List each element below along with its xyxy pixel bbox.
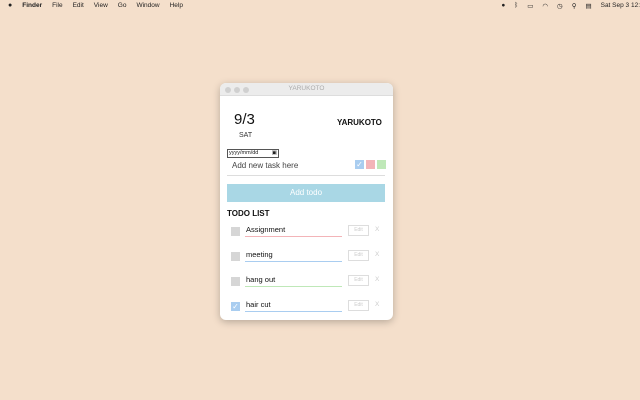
menu-help[interactable]: Help [170, 2, 183, 9]
edit-button[interactable]: Edit [348, 275, 369, 286]
todo-row: hang out Edit X [220, 274, 393, 290]
task-input[interactable]: Add new task here [232, 161, 298, 170]
menu-edit[interactable]: Edit [73, 2, 84, 9]
color-blue-swatch[interactable]: ✓ [355, 160, 364, 169]
menu-clock[interactable]: Sat Sep 3 12: [601, 2, 640, 9]
delete-button[interactable]: X [375, 276, 379, 283]
brand-title: YARUKOTO [337, 118, 382, 127]
menu-view[interactable]: View [94, 2, 108, 9]
edit-button[interactable]: Edit [348, 300, 369, 311]
calendar-icon[interactable]: ▣ [272, 150, 277, 157]
delete-button[interactable]: X [375, 301, 379, 308]
date-input[interactable]: yyyy/mm/dd ▣ [227, 149, 279, 158]
todo-name[interactable]: meeting [245, 249, 342, 262]
todo-list-heading: TODO LIST [227, 209, 270, 218]
todo-checkbox[interactable] [231, 252, 240, 261]
todo-name[interactable]: hair cut [245, 299, 342, 312]
todo-checkbox[interactable] [231, 227, 240, 236]
clock-icon[interactable]: ◷ [557, 2, 563, 10]
title-bar: YARUKOTO [220, 83, 393, 96]
menu-file[interactable]: File [52, 2, 62, 9]
control-center-icon[interactable]: ▤ [585, 2, 591, 10]
todo-checkbox[interactable] [231, 277, 240, 286]
app-window: YARUKOTO 9/3 SAT YARUKOTO yyyy/mm/dd ▣ Ad… [220, 83, 393, 320]
menu-bar: ● Finder File Edit View Go Window Help ●… [0, 0, 640, 11]
status-icon[interactable]: ● [501, 2, 505, 9]
delete-button[interactable]: X [375, 226, 379, 233]
edit-button[interactable]: Edit [348, 250, 369, 261]
menu-window[interactable]: Window [136, 2, 159, 9]
todo-row: meeting Edit X [220, 249, 393, 265]
current-date: 9/3 [234, 111, 255, 128]
window-title: YARUKOTO [288, 85, 325, 92]
todo-name[interactable]: Assignment [245, 224, 342, 237]
menu-app-name[interactable]: Finder [22, 2, 42, 9]
date-placeholder: yyyy/mm/dd [229, 150, 259, 156]
current-weekday: SAT [239, 132, 253, 139]
add-todo-button[interactable]: Add todo [227, 184, 385, 202]
apple-menu-icon[interactable]: ● [8, 2, 12, 9]
search-icon[interactable]: ⚲ [572, 2, 577, 10]
divider [227, 175, 385, 176]
todo-name[interactable]: hang out [245, 274, 342, 287]
bluetooth-icon[interactable]: ᛒ [514, 2, 518, 9]
delete-button[interactable]: X [375, 251, 379, 258]
menu-go[interactable]: Go [118, 2, 127, 9]
color-pink-swatch[interactable] [366, 160, 375, 169]
todo-checkbox-checked[interactable]: ✓ [231, 302, 240, 311]
todo-row: ✓ hair cut Edit X [220, 299, 393, 315]
todo-row: Assignment Edit X [220, 224, 393, 240]
wifi-icon[interactable]: ◠ [542, 2, 548, 10]
color-green-swatch[interactable] [377, 160, 386, 169]
edit-button[interactable]: Edit [348, 225, 369, 236]
battery-icon[interactable]: ▭ [527, 2, 533, 10]
